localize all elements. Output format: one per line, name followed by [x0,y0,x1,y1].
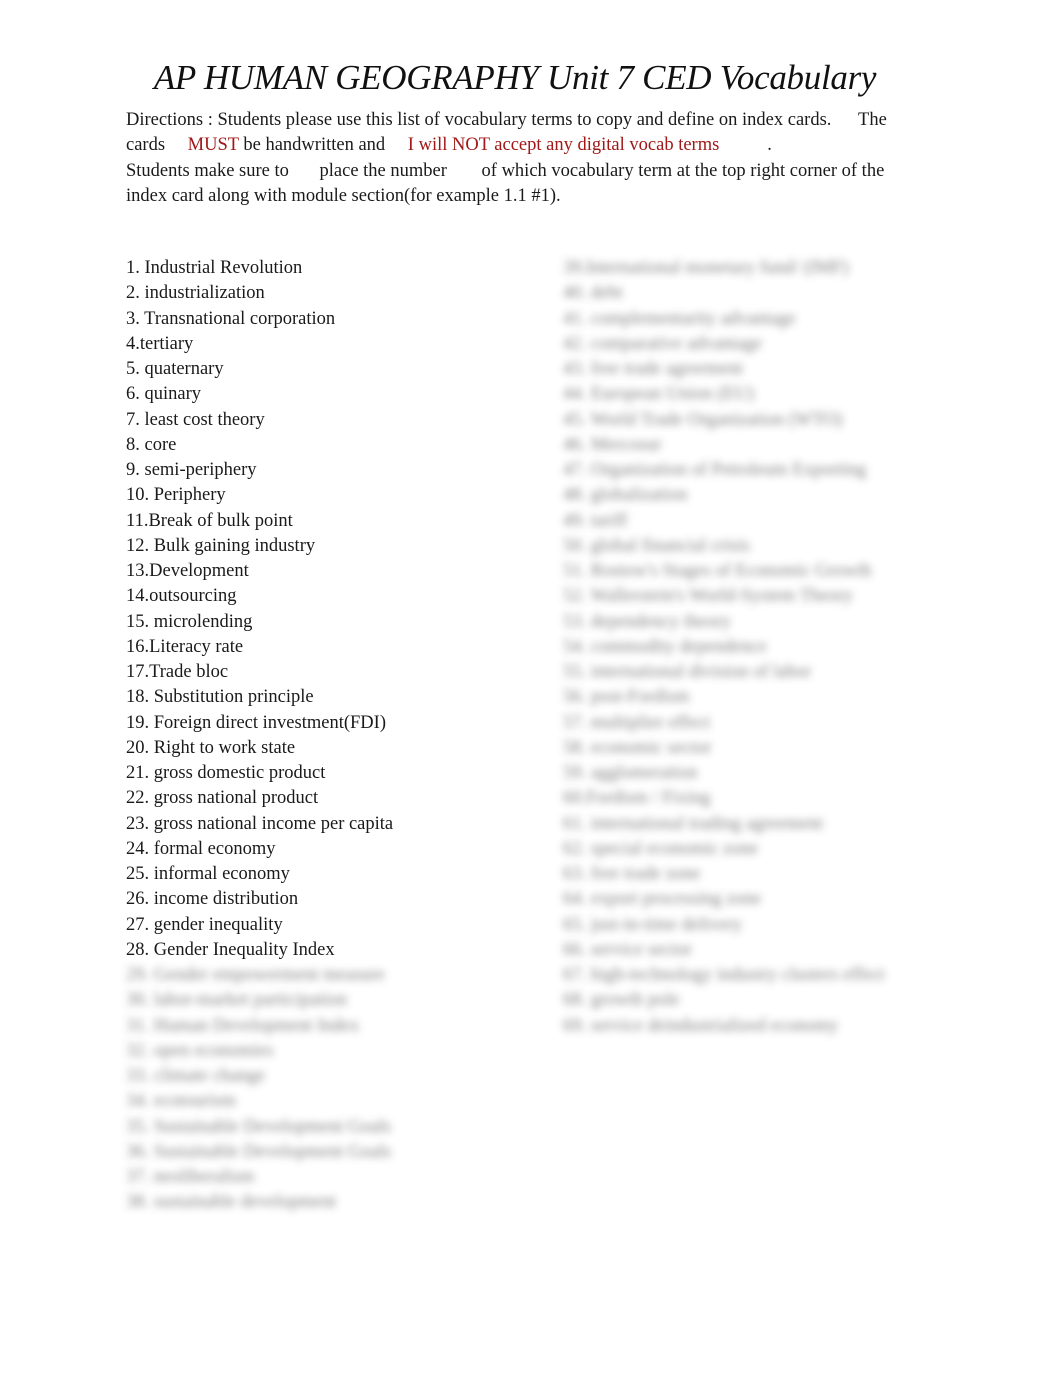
vocab-term-obscured: 46. Mercosur [563,434,662,455]
vocab-term-obscured: 29. Gender empowerment measure [126,965,385,985]
vocab-term-obscured: 31. Human Development Index [126,1015,360,1036]
vocab-term-obscured: 69. service deindustrialized economy [563,1015,839,1036]
vocab-term: 7. least cost theory [126,409,265,430]
vocab-term-obscured: 32. open economies [126,1040,274,1061]
vocab-term: 2. industrialization [126,283,265,304]
vocab-term: 4.tertiary [126,333,194,354]
vocab-term-obscured: 51. Rostow's Stages of Economic Growth [563,561,872,581]
vocab-term: 27. gender inequality [126,914,283,935]
vocab-term-obscured: 57. multiplier effect [563,712,711,733]
vocab-list-right: 39.International monetary fund/ (IMF) 40.… [563,256,963,1039]
vocab-term: 8. core [126,434,177,455]
vocab-term-obscured: 52. Wallerstein's World-System Theory [563,586,854,607]
vocab-term-obscured: 42. comparative advantage [563,333,762,354]
directions-period: . [767,135,772,156]
vocab-term-obscured: 56. post-Fordism [563,687,690,708]
document-title: AP HUMAN GEOGRAPHY Unit 7 CED Vocabulary [153,58,877,97]
vocab-term-obscured: 34. ecotourism [126,1091,236,1112]
vocab-term-obscured: 67. high-technology industry clusters ef… [563,965,885,985]
vocab-term: 19. Foreign direct investment(FDI) [126,712,386,733]
vocab-term: 3. Transnational corporation [126,308,336,329]
vocab-term-obscured: 47. Organization of Petroleum Exporting [563,460,867,480]
vocab-term-obscured: 41. complementarity advantage [563,308,796,329]
vocab-term-obscured: 61. international trading agreement [563,813,823,834]
vocab-term: 26. income distribution [126,889,299,910]
vocab-term: 12. Bulk gaining industry [126,535,316,556]
vocab-term: 20. Right to work state [126,737,296,758]
directions-text-students: Students make sure to [126,160,289,181]
vocab-term: 9. semi-periphery [126,460,257,480]
vocab-term-obscured: 65. just-in-time delivery [563,914,743,935]
vocab-term: 5. quaternary [126,359,224,379]
directions-text: : Students please use this list of vocab… [207,110,832,130]
vocab-term-obscured: 33. climate change [126,1066,266,1086]
vocab-term: 16.Literacy rate [126,636,244,657]
vocab-term-obscured: 44. European Union (EU) [563,384,755,405]
vocab-term: 23. gross national income per capita [126,813,394,834]
vocab-term-obscured: 66. service sector [563,939,692,960]
vocab-term-obscured: 63. free trade zone [563,864,701,884]
vocab-term-obscured: 64. export processing zone [563,889,762,910]
vocab-term: 22. gross national product [126,788,319,809]
vocab-term: 14.outsourcing [126,586,237,607]
emphasis-must: MUST [187,135,239,156]
vocab-term-obscured: 58. economic sector [563,737,712,758]
vocab-term: 18. Substitution principle [126,687,314,708]
vocab-term-obscured: 48. globalization [563,485,688,506]
vocab-term: 17.Trade bloc [126,662,229,682]
vocab-term-obscured: 40. debt [563,283,623,304]
emphasis-warning: I will NOT accept any digital vocab term… [407,135,720,156]
vocab-term: 15. microlending [126,611,253,632]
vocab-term-obscured: 39.International monetary fund/ (IMF) [563,258,849,278]
directions-label: Directions [126,110,204,130]
vocab-term: 11.Break of bulk point [126,510,293,531]
vocab-term-obscured: 49. tariff [563,510,628,531]
directions-text-place: place the number [319,160,447,181]
vocab-term-obscured: 53. dependency theory [563,611,731,632]
vocab-term: 25. informal economy [126,864,290,884]
vocab-term: 1. Industrial Revolution [126,258,303,278]
vocab-term: 21. gross domestic product [126,763,326,783]
vocab-term-obscured: 50. global financial crisis [563,535,751,556]
vocab-term: 24. formal economy [126,838,276,859]
vocab-term-obscured: 62. special economic zone [563,838,759,859]
vocab-term: 13.Development [126,561,249,581]
vocab-term-obscured: 68. growth pole [563,990,680,1011]
vocab-term: 10. Periphery [126,485,226,506]
vocab-term: 6. quinary [126,384,202,405]
vocab-term-obscured: 38. sustainable development [126,1192,337,1213]
vocab-list-left: 1. Industrial Revolution 2. industrializa… [126,256,546,1216]
vocab-term-obscured: 54. commodity dependence [563,636,767,657]
vocab-term-obscured: 59. agglomeration [563,763,698,783]
directions-text-handwritten: be handwritten and [243,135,386,156]
vocab-term-obscured: 30. labor-market participation [126,990,348,1011]
vocab-term-obscured: 60.Fordism / Fixing [563,788,711,809]
vocab-term-obscured: 55. international division of labor [563,662,812,682]
vocab-term-obscured: 35. Sustainable Development Goals [126,1116,392,1137]
vocab-term-obscured: 36. Sustainable Development Goals [126,1141,392,1162]
directions-paragraph: Directions : Students please use this li… [126,108,926,210]
vocab-term-obscured: 43. free trade agreement [563,359,743,379]
vocab-term-obscured: 45. World Trade Organization (WTO) [563,409,843,430]
vocab-term: 28. Gender Inequality Index [126,939,335,960]
vocab-term-obscured: 37. neoliberalism [126,1167,255,1187]
